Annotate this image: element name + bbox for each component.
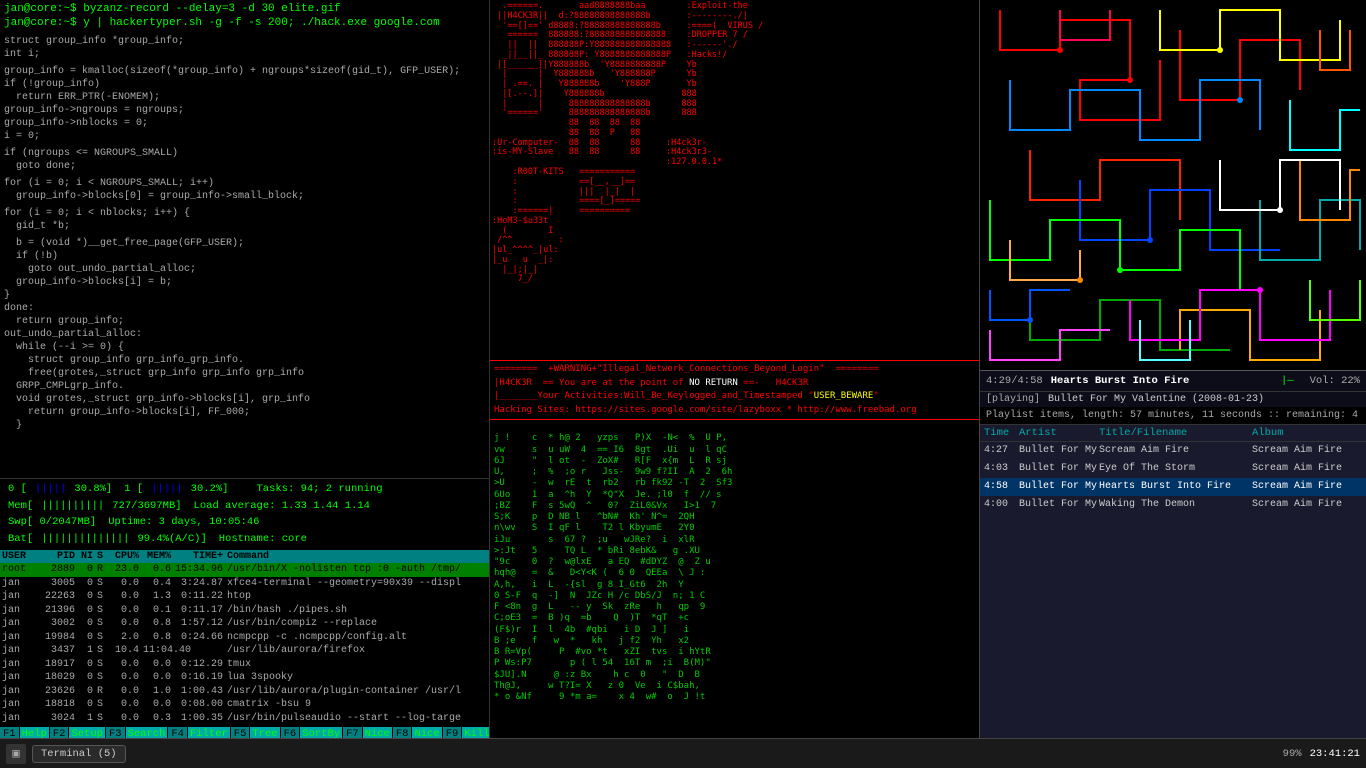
playlist-item-1[interactable]: 4:27 Bullet For My Scream Aim Fire Screa… xyxy=(980,442,1366,460)
music-vol: Vol: 22% xyxy=(1310,375,1360,387)
process-row-6[interactable]: jan34371S10.411:04.40/usr/lib/aurora/fir… xyxy=(0,644,489,658)
process-root[interactable]: root28890R23.00.615:34.96/usr/bin/X -nol… xyxy=(0,563,489,577)
warning-text: ======== +WARNING+"Illegal_Network_Conne… xyxy=(494,363,975,417)
ascii-hacker-art-2: :R00T-KITS =========== : ==[__,__]== : |… xyxy=(492,168,977,217)
process-table: USER PID NI S CPU% MEM% TIME+ Command ro… xyxy=(0,550,489,726)
process-row-9[interactable]: jan236260R0.01.01:00.43/usr/lib/aurora/p… xyxy=(0,685,489,699)
process-row-5[interactable]: jan199840S2.00.80:24.66ncmpcpp -c .ncmpc… xyxy=(0,631,489,645)
col-title-header: Title/Filename xyxy=(1099,427,1252,439)
col-pid-header: PID xyxy=(35,550,77,564)
col-ni-header: NI xyxy=(77,550,95,564)
load-label: Load average: 1.33 1.44 1.14 xyxy=(194,499,370,514)
process-row-1[interactable]: jan30050S0.00.43:24.87xfce4-terminal --g… xyxy=(0,577,489,591)
f5-tree[interactable]: F5 xyxy=(231,727,250,738)
col-cmd-header: Command xyxy=(225,550,489,564)
taskbar-time: 23:41:21 xyxy=(1310,748,1360,760)
uptime-label: Uptime: 3 days, 10:05:46 xyxy=(108,515,259,530)
command-line-1: jan@core:~$ byzanz-record --delay=3 -d 3… xyxy=(4,2,485,16)
f1-help[interactable]: F1 xyxy=(0,727,19,738)
tasks-label: Tasks: 94; 2 running xyxy=(256,482,382,497)
warning-section: ======== +WARNING+"Illegal_Network_Conne… xyxy=(490,360,979,420)
bat-bar: Bat[ xyxy=(8,532,33,547)
music-panel: 4:29/4:58 Hearts Burst Into Fire |— Vol:… xyxy=(980,370,1366,738)
playlist-item-4[interactable]: 4:00 Bullet For My Waking The Demon Scre… xyxy=(980,496,1366,514)
f2-setup[interactable]: F2 xyxy=(50,727,69,738)
prompt-1: jan@core:~$ byzanz-record --delay=3 -d 3… xyxy=(4,3,341,15)
f8-nice-plus[interactable]: F8 xyxy=(393,727,412,738)
process-row-11[interactable]: jan30241S0.00.31:00.35/usr/bin/pulseaudi… xyxy=(0,712,489,726)
matrix-area: j ! c * h@ 2 yzps P)X -N< % U P, vw s u … xyxy=(490,420,979,738)
now-playing-sub: [playing] Bullet For My Valentine (2008-… xyxy=(980,392,1366,407)
music-separator: |— xyxy=(1281,375,1294,387)
taskbar: ▣ Terminal (5) 99% 23:41:21 xyxy=(0,738,1366,768)
process-row-3[interactable]: jan213960S0.00.10:11.17/bin/bash ./pipes… xyxy=(0,604,489,618)
col-time-header: TIME+ xyxy=(173,550,225,564)
music-track: Hearts Burst Into Fire xyxy=(1051,375,1265,387)
maze-svg xyxy=(980,0,1366,370)
f7-nice-minus[interactable]: F7 xyxy=(343,727,362,738)
playlist-item-2[interactable]: 4:03 Bullet For My Eye Of The Storm Scre… xyxy=(980,460,1366,478)
col-time-header: Time xyxy=(984,427,1019,439)
col-mem-header: MEM% xyxy=(141,550,173,564)
playlist-item-3-active[interactable]: 4:58 Bullet For My Hearts Burst Into Fir… xyxy=(980,478,1366,496)
terminal-area: jan@core:~$ byzanz-record --delay=3 -d 3… xyxy=(0,0,489,478)
f6-sortby[interactable]: F6 xyxy=(281,727,300,738)
process-row-2[interactable]: jan222630S0.01.30:11.22htop xyxy=(0,590,489,604)
now-playing-row: 4:29/4:58 Hearts Burst Into Fire |— Vol:… xyxy=(980,371,1366,392)
col-s-header: S xyxy=(95,550,109,564)
left-panel: jan@core:~$ byzanz-record --delay=3 -d 3… xyxy=(0,0,490,738)
mid-panel: .======. aad8888888baa :Exploit-the ||H4… xyxy=(490,0,980,738)
sub-track: Bullet For My Valentine (2008-01-23) xyxy=(1048,394,1264,405)
taskbar-terminal[interactable]: Terminal (5) xyxy=(32,745,126,763)
process-row-4[interactable]: jan30020S0.00.81:57.12/usr/bin/compiz --… xyxy=(0,617,489,631)
playlist-info: Playlist items, length: 57 minutes, 11 s… xyxy=(980,407,1366,425)
taskbar-battery: 99% xyxy=(1283,748,1302,760)
col-cpu-header: CPU% xyxy=(109,550,141,564)
col-artist-header: Artist xyxy=(1019,427,1099,439)
playlist-headers: Time Artist Title/Filename Album xyxy=(980,425,1366,442)
htop-footer: F1Help F2Setup F3Search F4Filter F5Tree … xyxy=(0,727,489,738)
playing-status: [playing] xyxy=(986,394,1040,405)
ascii-right-section: :HoM3-$u33t ( I /^^ : |ul_^^^^_|ul: |_u … xyxy=(492,217,977,285)
main-container: jan@core:~$ byzanz-record --delay=3 -d 3… xyxy=(0,0,1366,738)
taskbar-logo: ▣ xyxy=(6,744,26,764)
swap-bar: Swp[ 0/2047MB] xyxy=(8,515,96,530)
htop-panel: 0 [||||| 30.8%] 1 [||||| 30.2%] Tasks: 9… xyxy=(0,478,489,738)
ascii-art-area: .======. aad8888888baa :Exploit-the ||H4… xyxy=(490,0,979,360)
f9-kill[interactable]: F9 xyxy=(443,727,462,738)
hostname-label: Hostname: core xyxy=(219,532,307,547)
prompt-2: jan@core:~$ y | hackertyper.sh -g -f -s … xyxy=(4,17,440,29)
mem-bar: Mem[ xyxy=(8,499,33,514)
ascii-art-display: .======. aad8888888baa :Exploit-the ||H4… xyxy=(492,2,977,168)
process-row-10[interactable]: jan188180S0.00.00:08.00cmatrix -bsu 9 xyxy=(0,698,489,712)
process-row-8[interactable]: jan180290S0.00.00:16.19lua 3spooky xyxy=(0,671,489,685)
code-block: struct group_info *group_info; int i; gr… xyxy=(4,35,485,432)
maze-area xyxy=(980,0,1366,370)
right-panel: 4:29/4:58 Hearts Burst Into Fire |— Vol:… xyxy=(980,0,1366,738)
cpu1-label: 0 [ xyxy=(8,482,27,497)
process-row-7[interactable]: jan189170S0.00.00:12.29tmux xyxy=(0,658,489,672)
command-line-2[interactable]: jan@core:~$ y | hackertyper.sh -g -f -s … xyxy=(4,16,485,30)
col-user-header: USER xyxy=(0,550,35,564)
f3-search[interactable]: F3 xyxy=(106,727,125,738)
cpu2-label: 1 [ xyxy=(124,482,143,497)
f4-filter[interactable]: F4 xyxy=(168,727,187,738)
htop-header: 0 [||||| 30.8%] 1 [||||| 30.2%] Tasks: 9… xyxy=(0,479,489,550)
music-time: 4:29/4:58 xyxy=(986,375,1043,387)
taskbar-right: 99% 23:41:21 xyxy=(1283,748,1360,760)
col-album-header: Album xyxy=(1252,427,1362,439)
